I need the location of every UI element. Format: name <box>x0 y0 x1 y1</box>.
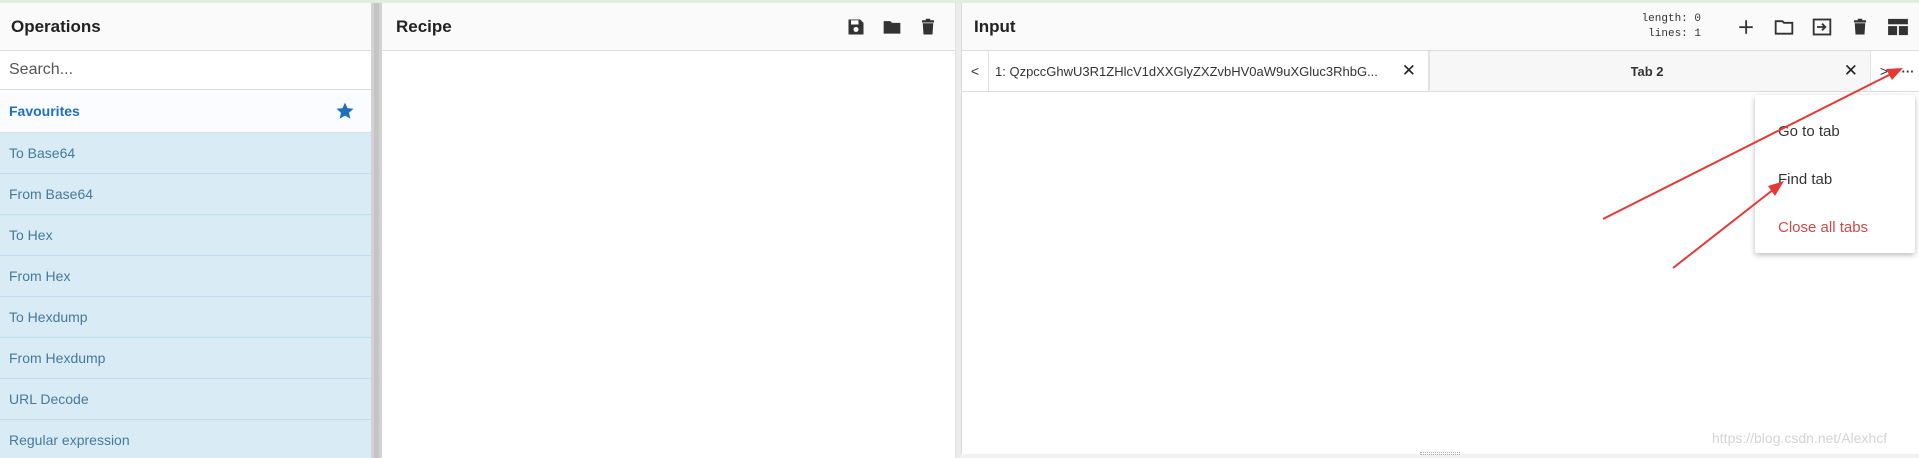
tab-options-menu: Go to tab Find tab Close all tabs <box>1755 95 1915 253</box>
input-toolbar <box>1733 14 1911 40</box>
operation-item[interactable]: URL Decode <box>0 379 371 420</box>
operations-search[interactable] <box>0 51 371 90</box>
operations-scrollbar-thumb[interactable] <box>374 3 379 458</box>
trash-icon[interactable] <box>917 16 939 38</box>
operation-item[interactable]: From Hexdump <box>0 338 371 379</box>
layout-icon[interactable] <box>1885 14 1911 40</box>
length-value: 0 <box>1694 12 1701 25</box>
input-header-right: length: 0 lines: 1 <box>1642 12 1911 42</box>
recipe-header: Recipe <box>382 3 955 51</box>
favourites-category[interactable]: Favourites <box>0 90 371 133</box>
operations-panel: Operations Favourites To Base64 From Bas… <box>0 3 371 458</box>
length-label: length: <box>1641 12 1688 25</box>
operation-item[interactable]: From Base64 <box>0 174 371 215</box>
star-icon <box>336 102 354 119</box>
input-stats: length: 0 lines: 1 <box>1642 12 1701 42</box>
menu-item-close-all-tabs[interactable]: Close all tabs <box>1755 203 1915 251</box>
favourites-label: Favourites <box>9 103 80 119</box>
recipe-title: Recipe <box>396 16 452 36</box>
search-input[interactable] <box>9 61 349 79</box>
folder-icon[interactable] <box>1771 14 1797 40</box>
operation-item[interactable]: To Hexdump <box>0 297 371 338</box>
tab-next-button[interactable]: > <box>1871 51 1897 91</box>
resize-handle[interactable] <box>1420 452 1460 455</box>
tab-label: Tab 2 <box>1630 63 1664 79</box>
folder-icon[interactable] <box>881 16 903 38</box>
watermark: https://blog.csdn.net/Alexhcf <box>1712 430 1888 446</box>
operations-title: Operations <box>0 3 371 51</box>
input-tabs-bar: < 1: QzpccGhwU3R1ZHlcV1dXXGlyZXZvbHV0aW9… <box>962 51 1919 92</box>
import-icon[interactable] <box>1809 14 1835 40</box>
tab-prev-button[interactable]: < <box>962 51 988 91</box>
close-icon[interactable]: ✕ <box>1402 61 1416 81</box>
input-title: Input <box>974 16 1016 36</box>
trash-icon[interactable] <box>1847 14 1873 40</box>
operation-item[interactable]: From Hex <box>0 256 371 297</box>
operation-item[interactable]: Regular expression <box>0 420 371 458</box>
lines-value: 1 <box>1694 27 1701 40</box>
operation-item[interactable]: To Base64 <box>0 133 371 174</box>
tab-more-button[interactable]: ··· <box>1897 51 1919 91</box>
menu-item-go-to-tab[interactable]: Go to tab <box>1755 107 1915 155</box>
input-tab-1[interactable]: 1: QzpccGhwU3R1ZHlcV1dXXGlyZXZvbHV0aW9uX… <box>988 51 1429 91</box>
lines-label: lines: <box>1648 27 1688 40</box>
input-header: Input length: 0 lines: 1 <box>962 3 1919 51</box>
menu-item-find-tab[interactable]: Find tab <box>1755 155 1915 203</box>
recipe-toolbar <box>845 16 939 38</box>
operation-item[interactable]: To Hex <box>0 215 371 256</box>
input-tab-2[interactable]: Tab 2 ✕ <box>1429 51 1871 91</box>
plus-icon[interactable] <box>1733 14 1759 40</box>
close-icon[interactable]: ✕ <box>1844 61 1858 81</box>
save-icon[interactable] <box>845 16 867 38</box>
recipe-panel: Recipe <box>382 3 956 458</box>
tab-label: 1: QzpccGhwU3R1ZHlcV1dXXGlyZXZvbHV0aW9uX… <box>995 63 1378 79</box>
